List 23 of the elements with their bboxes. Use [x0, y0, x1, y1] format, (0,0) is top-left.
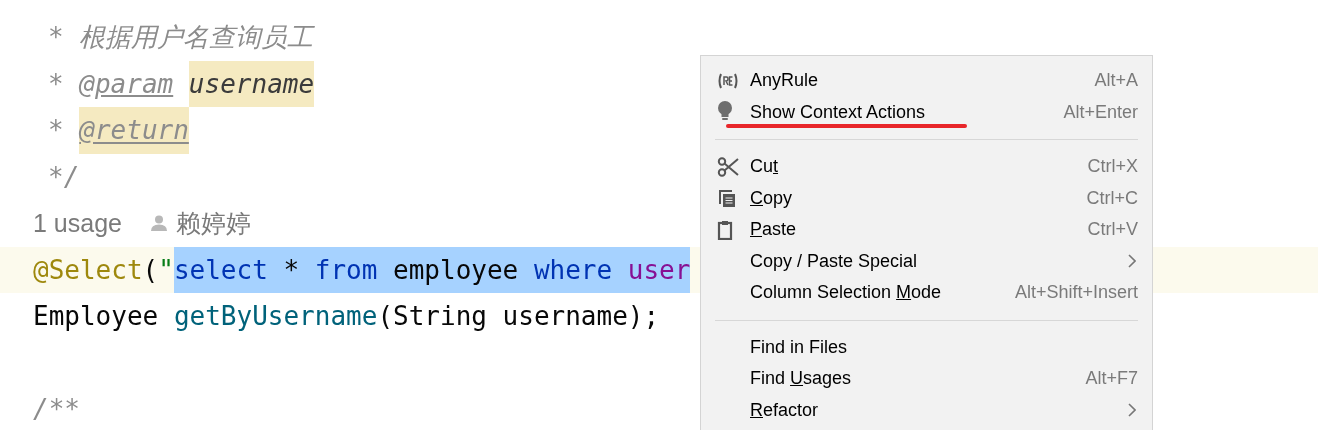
author-name[interactable]: 赖婷婷: [175, 206, 251, 240]
menu-item[interactable]: Show Context Actions Alt+Enter: [701, 96, 1152, 128]
menu-item[interactable]: Paste Ctrl+V: [701, 214, 1152, 246]
menu-item[interactable]: Cut Ctrl+X: [701, 151, 1152, 183]
doc-comment-line: * @param username: [33, 60, 315, 107]
menu-item[interactable]: Column Selection Mode Alt+Shift+Insert: [701, 277, 1152, 309]
code-line: /**: [33, 393, 80, 426]
menu-item[interactable]: Find in Files: [701, 331, 1152, 363]
code-line: Employee getByUsername(String username);: [33, 300, 660, 333]
scissors-icon: [717, 156, 739, 177]
clipboard-icon: [717, 219, 733, 240]
menu-item[interactable]: Refactor: [701, 394, 1152, 426]
menu-item[interactable]: AnyRule Alt+A: [701, 65, 1152, 97]
doc-comment-line: */: [47, 160, 80, 194]
menu-item[interactable]: Copy Ctrl+C: [701, 182, 1152, 214]
doc-comment-line: * 根据用户名查询员工: [47, 21, 314, 54]
copy-icon: [717, 188, 737, 209]
menu-item[interactable]: Copy / Paste Special: [701, 245, 1152, 277]
regex-icon: [717, 71, 739, 90]
code-line: @Select("select * from employee where user: [33, 246, 691, 293]
person-icon: [149, 214, 168, 233]
menu-item[interactable]: Find Usages Alt+F7: [701, 363, 1152, 395]
usage-hint[interactable]: 1 usage: [33, 208, 122, 238]
